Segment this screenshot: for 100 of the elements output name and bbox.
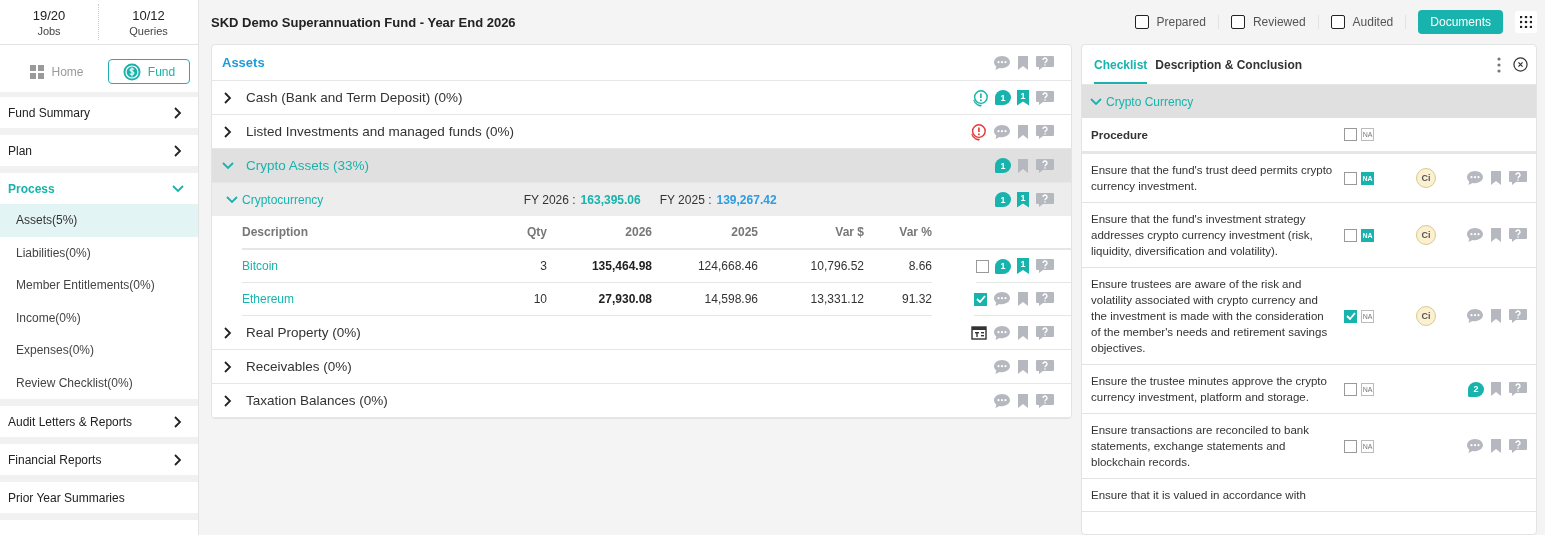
section-label: Prior Year Summaries xyxy=(8,490,125,505)
comment-icon[interactable] xyxy=(993,392,1011,409)
checkbox[interactable] xyxy=(1230,15,1245,29)
group-row[interactable]: Taxation Balances (0%) xyxy=(212,384,1071,418)
asset-link[interactable]: Ethereum xyxy=(242,283,487,316)
dots-grid-icon xyxy=(1520,16,1532,28)
query-icon[interactable] xyxy=(1508,308,1528,324)
sidebar-item[interactable]: Income(0%) xyxy=(0,301,198,334)
apps-menu-button[interactable] xyxy=(1515,11,1537,33)
section-label: Financial Reports xyxy=(8,452,102,467)
query-icon[interactable] xyxy=(1035,89,1055,106)
group-row[interactable]: Receivables (0%) xyxy=(212,350,1071,384)
calendar-icon[interactable] xyxy=(971,325,987,340)
query-icon[interactable] xyxy=(1035,291,1055,307)
query-icon[interactable] xyxy=(1508,170,1528,186)
comment-count-badge[interactable]: 1 xyxy=(995,258,1011,274)
query-icon[interactable] xyxy=(1035,324,1055,341)
group-row[interactable]: Cash (Bank and Term Deposit) (0%) 1 1 xyxy=(212,81,1071,115)
bookmark-icon[interactable] xyxy=(1017,123,1029,140)
bookmark-icon[interactable] xyxy=(1490,438,1502,454)
home-button[interactable]: Home xyxy=(16,59,98,84)
sidebar-item[interactable]: Member Entitlements(0%) xyxy=(0,269,198,302)
signoff-label: Reviewed xyxy=(1252,15,1306,29)
checkbox[interactable] xyxy=(1344,382,1357,396)
bookmark-icon[interactable] xyxy=(1017,324,1029,341)
table-cell: 10 xyxy=(487,283,547,316)
comment-icon[interactable] xyxy=(993,123,1011,140)
comment-icon[interactable] xyxy=(1466,227,1484,243)
comment-count-badge[interactable]: 2 xyxy=(1468,381,1484,397)
group-label: Real Property (0%) xyxy=(246,325,361,340)
table-cell: 91.32 xyxy=(864,283,932,316)
group-label: Listed Investments and managed funds (0%) xyxy=(246,124,514,139)
query-icon[interactable] xyxy=(1035,258,1055,274)
query-icon[interactable] xyxy=(1508,381,1528,397)
bookmark-count-badge[interactable]: 1 xyxy=(1017,191,1029,208)
sidebar-item[interactable]: Expenses(0%) xyxy=(0,334,198,367)
sidebar-item[interactable]: Review Checklist(0%) xyxy=(0,366,198,399)
comment-count-badge[interactable]: 1 xyxy=(995,192,1011,207)
bookmark-icon[interactable] xyxy=(1017,157,1029,174)
bookmark-icon[interactable] xyxy=(1490,227,1502,243)
query-icon[interactable] xyxy=(1035,157,1055,174)
row-checkbox[interactable] xyxy=(974,292,987,306)
comment-icon[interactable] xyxy=(1466,170,1484,186)
bookmark-icon[interactable] xyxy=(1017,291,1029,307)
checkbox[interactable] xyxy=(1344,128,1357,141)
row-checkbox[interactable] xyxy=(976,259,989,273)
documents-button[interactable]: Documents xyxy=(1418,10,1503,34)
query-icon[interactable] xyxy=(1035,54,1055,71)
fy-total: 163,395.06 xyxy=(580,192,641,207)
alert-circle-icon[interactable] xyxy=(971,88,989,107)
comment-icon[interactable] xyxy=(1466,308,1484,324)
checkbox[interactable] xyxy=(1344,309,1357,323)
checkbox[interactable] xyxy=(1344,171,1357,185)
bookmark-count-badge[interactable]: 1 xyxy=(1017,89,1029,106)
group-row[interactable]: Crypto Assets (33%) 1 xyxy=(212,149,1071,183)
comment-icon[interactable] xyxy=(1466,438,1484,454)
comment-count-badge[interactable]: 1 xyxy=(995,158,1011,173)
comment-icon[interactable] xyxy=(993,54,1011,71)
query-icon[interactable] xyxy=(1035,123,1055,140)
checkbox[interactable] xyxy=(1344,439,1357,453)
group-row[interactable]: Real Property (0%) xyxy=(212,316,1071,350)
comment-count-badge[interactable]: 1 xyxy=(995,90,1011,105)
bookmark-count-badge[interactable]: 1 xyxy=(1017,258,1029,274)
bookmark-icon[interactable] xyxy=(1017,358,1029,375)
query-icon[interactable] xyxy=(1035,392,1055,409)
table-cell: 8.66 xyxy=(864,250,932,283)
query-icon[interactable] xyxy=(1508,438,1528,454)
close-icon[interactable] xyxy=(1513,57,1528,72)
comment-icon[interactable] xyxy=(993,358,1011,375)
fy-label: FY 2026 : xyxy=(523,192,576,207)
query-icon[interactable] xyxy=(1508,227,1528,243)
table-cell: 3 xyxy=(487,250,547,283)
comment-icon[interactable] xyxy=(993,324,1011,341)
subgroup-label[interactable]: Cryptocurrency xyxy=(242,192,324,207)
alert-circle-icon[interactable] xyxy=(969,122,987,141)
asset-link[interactable]: Bitcoin xyxy=(242,250,487,283)
checkbox[interactable] xyxy=(1134,15,1149,29)
initials-badge: Ci xyxy=(1416,168,1436,188)
column-header: 2026 xyxy=(547,216,652,250)
bookmark-icon[interactable] xyxy=(1490,170,1502,186)
section-title[interactable]: Crypto Currency xyxy=(1106,94,1194,109)
fund-button[interactable]: Fund xyxy=(108,59,190,84)
section-label: Fund Summary xyxy=(8,105,91,120)
tab[interactable]: Description & Conclusion xyxy=(1155,45,1303,84)
bookmark-icon[interactable] xyxy=(1017,54,1029,71)
group-label: Receivables (0%) xyxy=(246,359,352,374)
bookmark-icon[interactable] xyxy=(1490,381,1502,397)
more-vertical-icon[interactable] xyxy=(1497,56,1501,73)
dollar-circle-icon xyxy=(122,62,141,81)
sidebar-item[interactable]: Assets(5%) xyxy=(0,204,198,237)
table-cell: 135,464.98 xyxy=(547,250,652,283)
procedure-text: Ensure the trustee minutes approve the crypto currency investment, platform and storage. xyxy=(1091,374,1328,405)
sidebar-item[interactable]: Liabilities(0%) xyxy=(0,236,198,269)
bookmark-icon[interactable] xyxy=(1017,392,1029,409)
query-icon[interactable] xyxy=(1035,358,1055,375)
query-icon[interactable] xyxy=(1035,191,1055,208)
checkbox[interactable] xyxy=(1330,15,1345,29)
comment-icon[interactable] xyxy=(993,291,1011,307)
checkbox[interactable] xyxy=(1344,228,1357,242)
bookmark-icon[interactable] xyxy=(1490,308,1502,324)
